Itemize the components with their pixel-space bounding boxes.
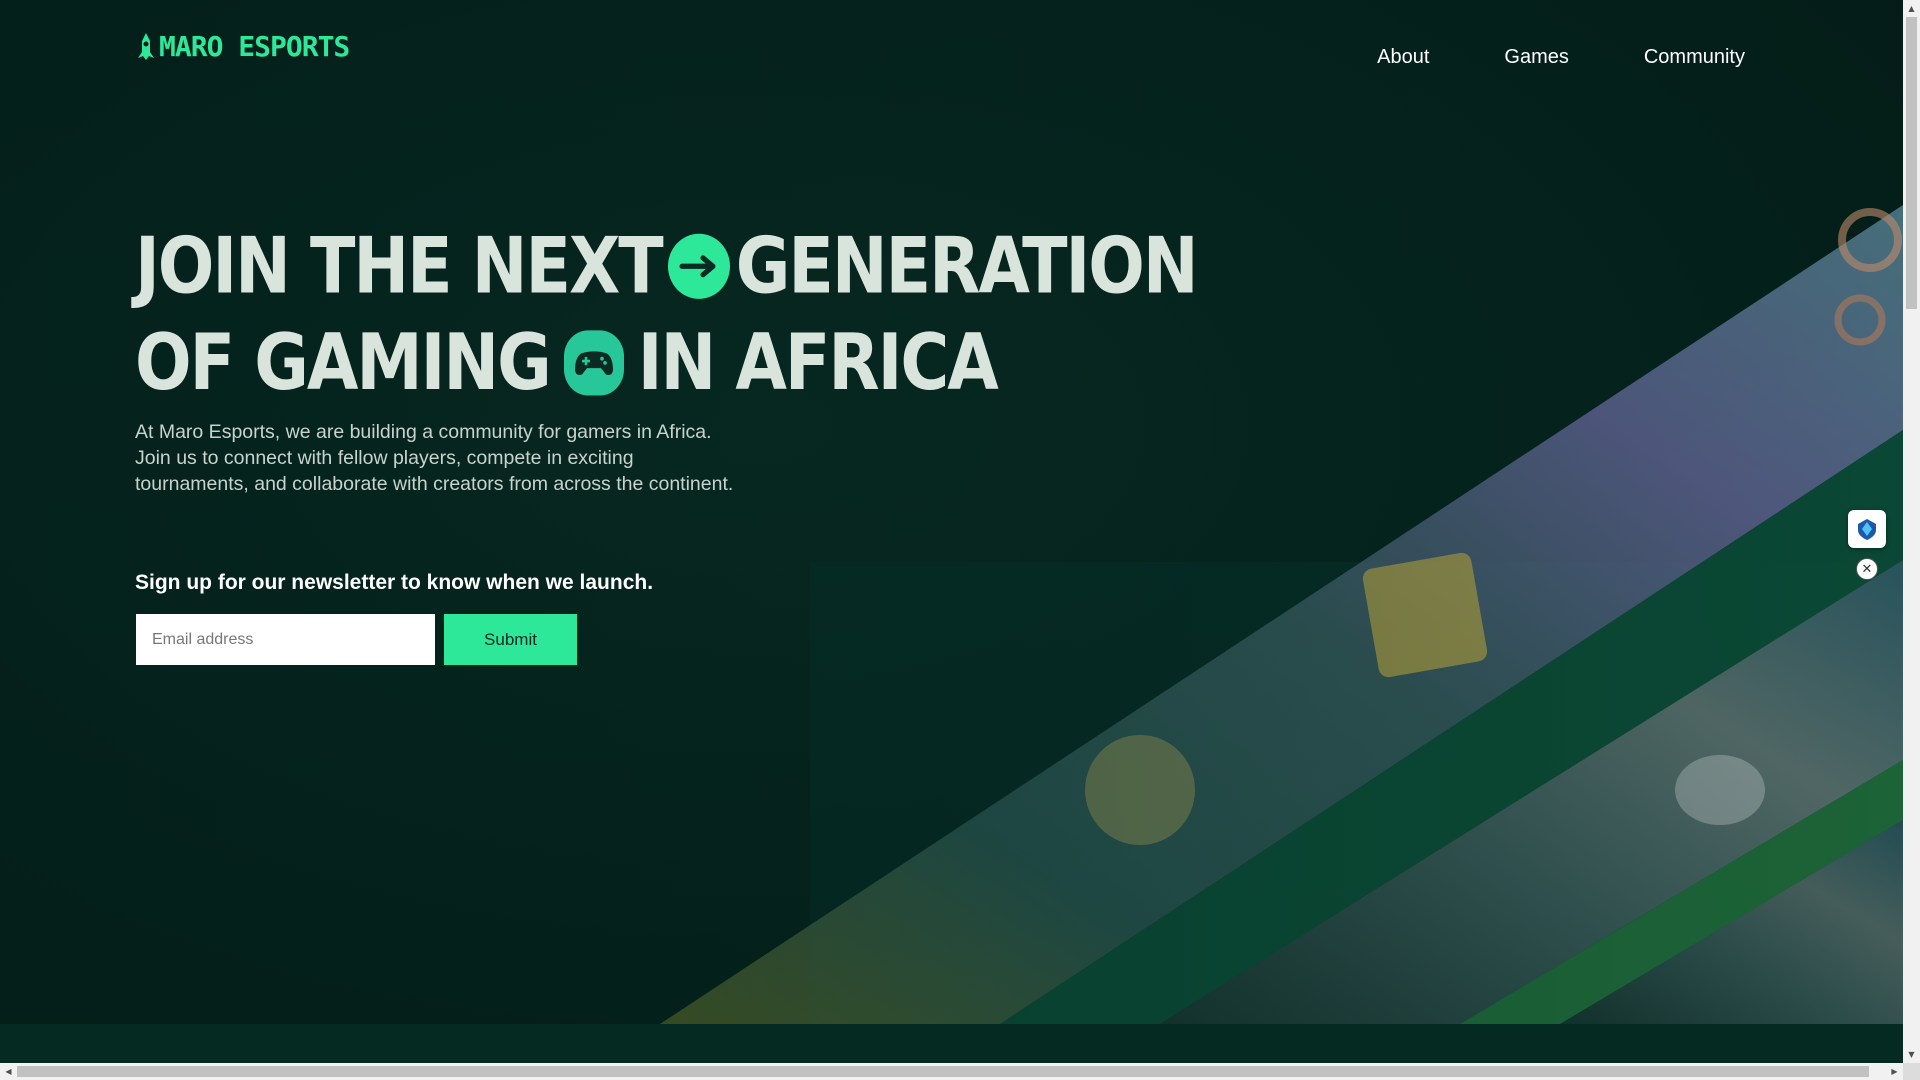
- brand-name: MARO ESPORTS: [159, 30, 350, 63]
- newsletter-label: Sign up for our newsletter to know when …: [135, 571, 654, 594]
- nav-item-about[interactable]: About: [1377, 46, 1429, 69]
- hero-title-line-2: OF GAMING IN AFRICA: [135, 315, 1197, 412]
- gamepad-icon: [563, 330, 624, 396]
- hero-title-text: IN AFRICA: [637, 317, 999, 409]
- horizontal-scroll-thumb[interactable]: [17, 1066, 1869, 1077]
- site-header: MARO ESPORTS About Games Community: [0, 0, 1903, 120]
- scrollbar-corner: [1903, 1063, 1920, 1080]
- hero-title: JOIN THE NEXT GENERATION OF GAMING IN AF…: [135, 218, 1199, 412]
- extension-button[interactable]: [1848, 510, 1886, 548]
- brand-logo[interactable]: MARO ESPORTS: [135, 30, 350, 63]
- main-nav: About Games Community: [1377, 46, 1745, 69]
- scroll-up-arrow-icon[interactable]: ▲: [1903, 0, 1920, 17]
- nav-item-games[interactable]: Games: [1504, 46, 1568, 69]
- vertical-scrollbar[interactable]: ▲ ▼: [1903, 0, 1920, 1063]
- nav-item-community[interactable]: Community: [1644, 46, 1745, 69]
- section-divider-band: [0, 1024, 1903, 1063]
- page-viewport: MARO ESPORTS About Games Community JOIN …: [0, 0, 1903, 1063]
- rocket-icon: [138, 32, 154, 60]
- shield-gem-icon: [1858, 519, 1876, 540]
- scroll-down-arrow-icon[interactable]: ▼: [1903, 1046, 1920, 1063]
- hero-title-text: OF GAMING: [135, 317, 552, 409]
- horizontal-scrollbar[interactable]: ◀ ▶: [0, 1063, 1903, 1080]
- hero-description: At Maro Esports, we are building a commu…: [135, 421, 734, 495]
- hero-artwork: [0, 0, 1903, 1024]
- hero-title-text: JOIN THE NEXT: [135, 221, 664, 312]
- arrow-right-icon: [667, 233, 730, 299]
- scroll-left-arrow-icon[interactable]: ◀: [0, 1063, 17, 1080]
- email-input[interactable]: [136, 614, 435, 665]
- hero-title-text: GENERATION: [735, 221, 1199, 312]
- hero-title-line-1: JOIN THE NEXT GENERATION: [135, 218, 1199, 315]
- vertical-scroll-thumb[interactable]: [1906, 17, 1917, 309]
- scroll-right-arrow-icon[interactable]: ▶: [1886, 1063, 1903, 1080]
- close-icon[interactable]: ✕: [1856, 558, 1878, 580]
- submit-button[interactable]: Submit: [444, 614, 577, 665]
